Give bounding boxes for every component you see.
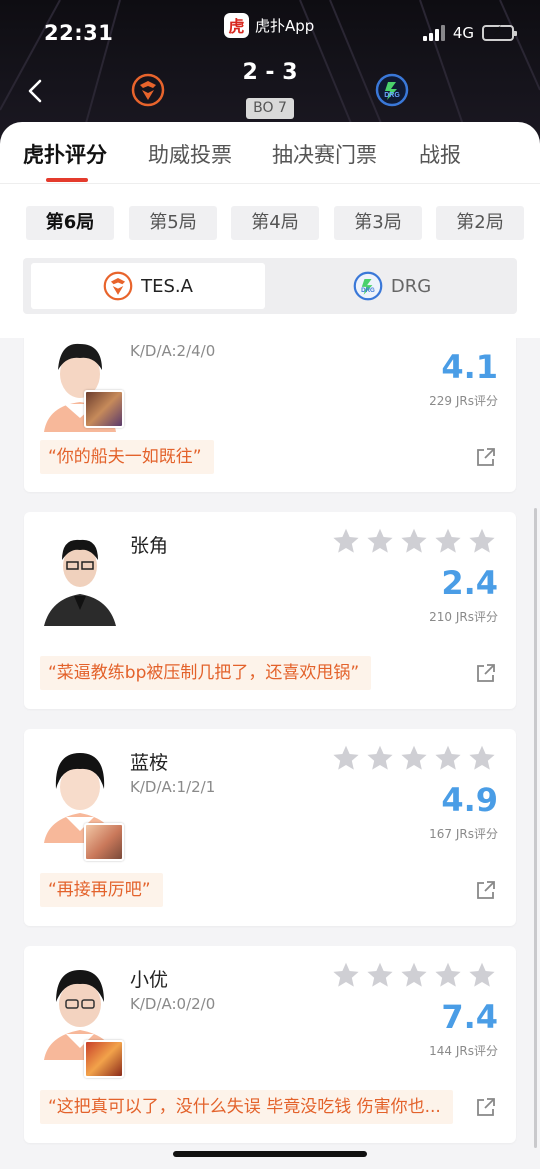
team-toggle: TES.A DRG DRG bbox=[23, 258, 517, 314]
hero-icon bbox=[84, 1040, 124, 1078]
team-toggle-home[interactable]: TES.A bbox=[31, 263, 265, 309]
app-name: 虎扑App bbox=[255, 16, 315, 35]
team-toggle-away-label: DRG bbox=[390, 275, 432, 297]
player-rating: 2.4 bbox=[441, 564, 498, 602]
rating-stars[interactable] bbox=[332, 961, 496, 989]
star-icon[interactable] bbox=[332, 744, 360, 772]
match-format: BO 7 bbox=[246, 98, 294, 119]
star-icon[interactable] bbox=[468, 744, 496, 772]
star-icon[interactable] bbox=[332, 527, 360, 555]
star-icon[interactable] bbox=[434, 961, 462, 989]
drg-logo-icon: DRG bbox=[353, 271, 383, 301]
tab-final-tickets[interactable]: 抽决赛门票 bbox=[272, 139, 377, 169]
star-icon[interactable] bbox=[434, 527, 462, 555]
player-kda: K/D/A:1/2/1 bbox=[130, 778, 216, 796]
scrollbar[interactable] bbox=[534, 508, 537, 1148]
status-indicators: 4G ⚡ bbox=[422, 24, 517, 42]
player-card[interactable]: 小优 K/D/A:0/2/0 7.4 144 JRs评分 “这把真可以了，没什么… bbox=[24, 946, 516, 1143]
player-list: K/D/A:2/4/0 4.1 229 JRs评分 “你的船夫一如既往” 张角 bbox=[0, 338, 540, 1169]
player-card[interactable]: 蓝桉 K/D/A:1/2/1 4.9 167 JRs评分 “再接再厉吧” bbox=[24, 729, 516, 926]
game-selector: 第6局 第5局 第4局 第3局 第2局 TES.A DRG DRG bbox=[0, 184, 540, 338]
hero-icon bbox=[84, 390, 124, 428]
player-rating: 7.4 bbox=[441, 998, 498, 1036]
player-rating: 4.9 bbox=[441, 781, 498, 819]
star-icon[interactable] bbox=[366, 744, 394, 772]
star-icon[interactable] bbox=[468, 527, 496, 555]
tab-bar: 虎扑评分 助威投票 抽决赛门票 战报 bbox=[0, 122, 540, 184]
rating-stars[interactable] bbox=[332, 527, 496, 555]
star-icon[interactable] bbox=[434, 744, 462, 772]
player-comment[interactable]: “你的船夫一如既往” bbox=[40, 440, 214, 474]
status-app: 虎 虎扑App bbox=[224, 12, 314, 38]
game-5-button[interactable]: 第5局 bbox=[129, 206, 217, 240]
player-card[interactable]: K/D/A:2/4/0 4.1 229 JRs评分 “你的船夫一如既往” bbox=[24, 338, 516, 492]
star-icon[interactable] bbox=[400, 744, 428, 772]
player-name: 小优 bbox=[130, 969, 169, 991]
player-rating: 4.1 bbox=[441, 348, 498, 386]
player-votes: 144 JRs评分 bbox=[429, 1044, 498, 1058]
game-2-button[interactable]: 第2局 bbox=[436, 206, 524, 240]
player-kda: K/D/A:0/2/0 bbox=[130, 995, 216, 1013]
tab-report[interactable]: 战报 bbox=[419, 139, 461, 169]
status-time: 22:31 bbox=[44, 21, 114, 45]
network-type: 4G bbox=[452, 24, 474, 42]
star-icon[interactable] bbox=[332, 961, 360, 989]
active-tab-indicator bbox=[46, 178, 88, 182]
star-icon[interactable] bbox=[400, 527, 428, 555]
player-card[interactable]: 张角 2.4 210 JRs评分 “菜逼教练bp被压制几把了，还喜欢甩锅” bbox=[24, 512, 516, 709]
tes-a-logo-icon[interactable] bbox=[131, 73, 165, 107]
player-comment[interactable]: “菜逼教练bp被压制几把了，还喜欢甩锅” bbox=[40, 656, 372, 690]
rating-stars[interactable] bbox=[332, 744, 496, 772]
player-avatar bbox=[40, 530, 120, 626]
tab-cheer-vote[interactable]: 助威投票 bbox=[148, 139, 232, 169]
share-icon[interactable] bbox=[476, 447, 496, 467]
star-icon[interactable] bbox=[366, 527, 394, 555]
svg-text:DRG: DRG bbox=[384, 92, 400, 99]
player-name: 蓝桉 bbox=[130, 752, 169, 774]
player-name: 张角 bbox=[130, 535, 169, 557]
chevron-left-icon[interactable] bbox=[22, 76, 50, 106]
home-indicator[interactable] bbox=[173, 1151, 367, 1157]
share-icon[interactable] bbox=[476, 663, 496, 683]
tes-a-logo-icon bbox=[103, 271, 133, 301]
battery-icon: ⚡ bbox=[482, 24, 517, 41]
svg-text:DRG: DRG bbox=[361, 287, 375, 294]
share-icon[interactable] bbox=[476, 1097, 496, 1117]
game-6-button[interactable]: 第6局 bbox=[26, 206, 114, 240]
player-votes: 167 JRs评分 bbox=[429, 827, 498, 841]
signal-icon bbox=[422, 25, 445, 41]
star-icon[interactable] bbox=[468, 961, 496, 989]
hupu-logo: 虎 bbox=[224, 12, 249, 38]
game-4-button[interactable]: 第4局 bbox=[231, 206, 319, 240]
team-toggle-away[interactable]: DRG DRG bbox=[275, 263, 509, 309]
player-comment[interactable]: “再接再厉吧” bbox=[40, 873, 163, 907]
star-icon[interactable] bbox=[400, 961, 428, 989]
share-icon[interactable] bbox=[476, 880, 496, 900]
drg-logo-icon[interactable]: DRG bbox=[375, 73, 409, 107]
game-3-button[interactable]: 第3局 bbox=[334, 206, 422, 240]
player-votes: 229 JRs评分 bbox=[429, 394, 498, 408]
player-comment[interactable]: “这把真可以了，没什么失误 毕竟没吃钱 伤害你也... bbox=[40, 1090, 453, 1124]
player-votes: 210 JRs评分 bbox=[429, 610, 498, 624]
team-toggle-home-label: TES.A bbox=[141, 275, 193, 297]
match-score: 2 - 3 bbox=[242, 60, 298, 85]
hero-icon bbox=[84, 823, 124, 861]
player-kda: K/D/A:2/4/0 bbox=[130, 342, 216, 360]
tab-rating[interactable]: 虎扑评分 bbox=[23, 139, 107, 169]
star-icon[interactable] bbox=[366, 961, 394, 989]
